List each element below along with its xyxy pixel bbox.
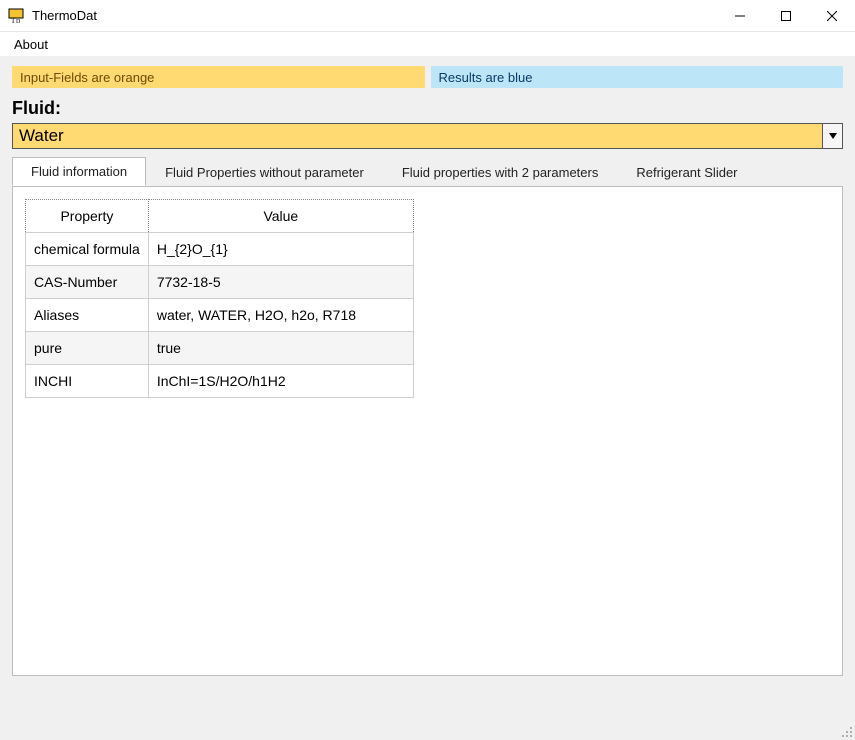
tab-refrigerant-slider[interactable]: Refrigerant Slider [617,158,756,186]
cell-property: INCHI [26,365,149,398]
fluid-info-table: Property Value chemical formula H_{2}O_{… [25,199,414,398]
cell-property: Aliases [26,299,149,332]
cell-property: pure [26,332,149,365]
tab-fluid-information[interactable]: Fluid information [12,157,146,186]
cell-value: water, WATER, H2O, h2o, R718 [148,299,413,332]
legend-input: Input-Fields are orange [12,66,425,88]
legend-row: Input-Fields are orange Results are blue [12,66,843,88]
cell-property: chemical formula [26,233,149,266]
menu-bar: About [0,32,855,56]
resize-grip-icon[interactable] [839,724,853,738]
table-header-property: Property [26,200,149,233]
minimize-button[interactable] [717,0,763,32]
cell-value: InChI=1S/H2O/h1H2 [148,365,413,398]
title-bar: T D ThermoDat [0,0,855,32]
cell-value: H_{2}O_{1} [148,233,413,266]
tab-fluid-properties-with-2-parameters[interactable]: Fluid properties with 2 parameters [383,158,618,186]
fluid-select[interactable]: Water [12,123,843,149]
dropdown-arrow-icon [822,124,842,148]
window-title: ThermoDat [32,8,97,23]
table-row: pure true [26,332,414,365]
table-row: chemical formula H_{2}O_{1} [26,233,414,266]
client-area: Input-Fields are orange Results are blue… [0,56,855,740]
cell-property: CAS-Number [26,266,149,299]
maximize-button[interactable] [763,0,809,32]
fluid-label: Fluid: [12,98,843,119]
close-button[interactable] [809,0,855,32]
tab-fluid-properties-without-parameter[interactable]: Fluid Properties without parameter [146,158,383,186]
tab-content: Property Value chemical formula H_{2}O_{… [12,186,843,676]
menu-about[interactable]: About [6,35,56,54]
tab-strip: Fluid information Fluid Properties witho… [12,157,843,187]
table-row: INCHI InChI=1S/H2O/h1H2 [26,365,414,398]
app-icon: T D [6,6,26,26]
legend-result: Results are blue [431,66,844,88]
cell-value: true [148,332,413,365]
table-header-value: Value [148,200,413,233]
cell-value: 7732-18-5 [148,266,413,299]
table-row: CAS-Number 7732-18-5 [26,266,414,299]
svg-text:D: D [16,19,21,24]
table-row: Aliases water, WATER, H2O, h2o, R718 [26,299,414,332]
fluid-select-value: Water [19,126,64,146]
